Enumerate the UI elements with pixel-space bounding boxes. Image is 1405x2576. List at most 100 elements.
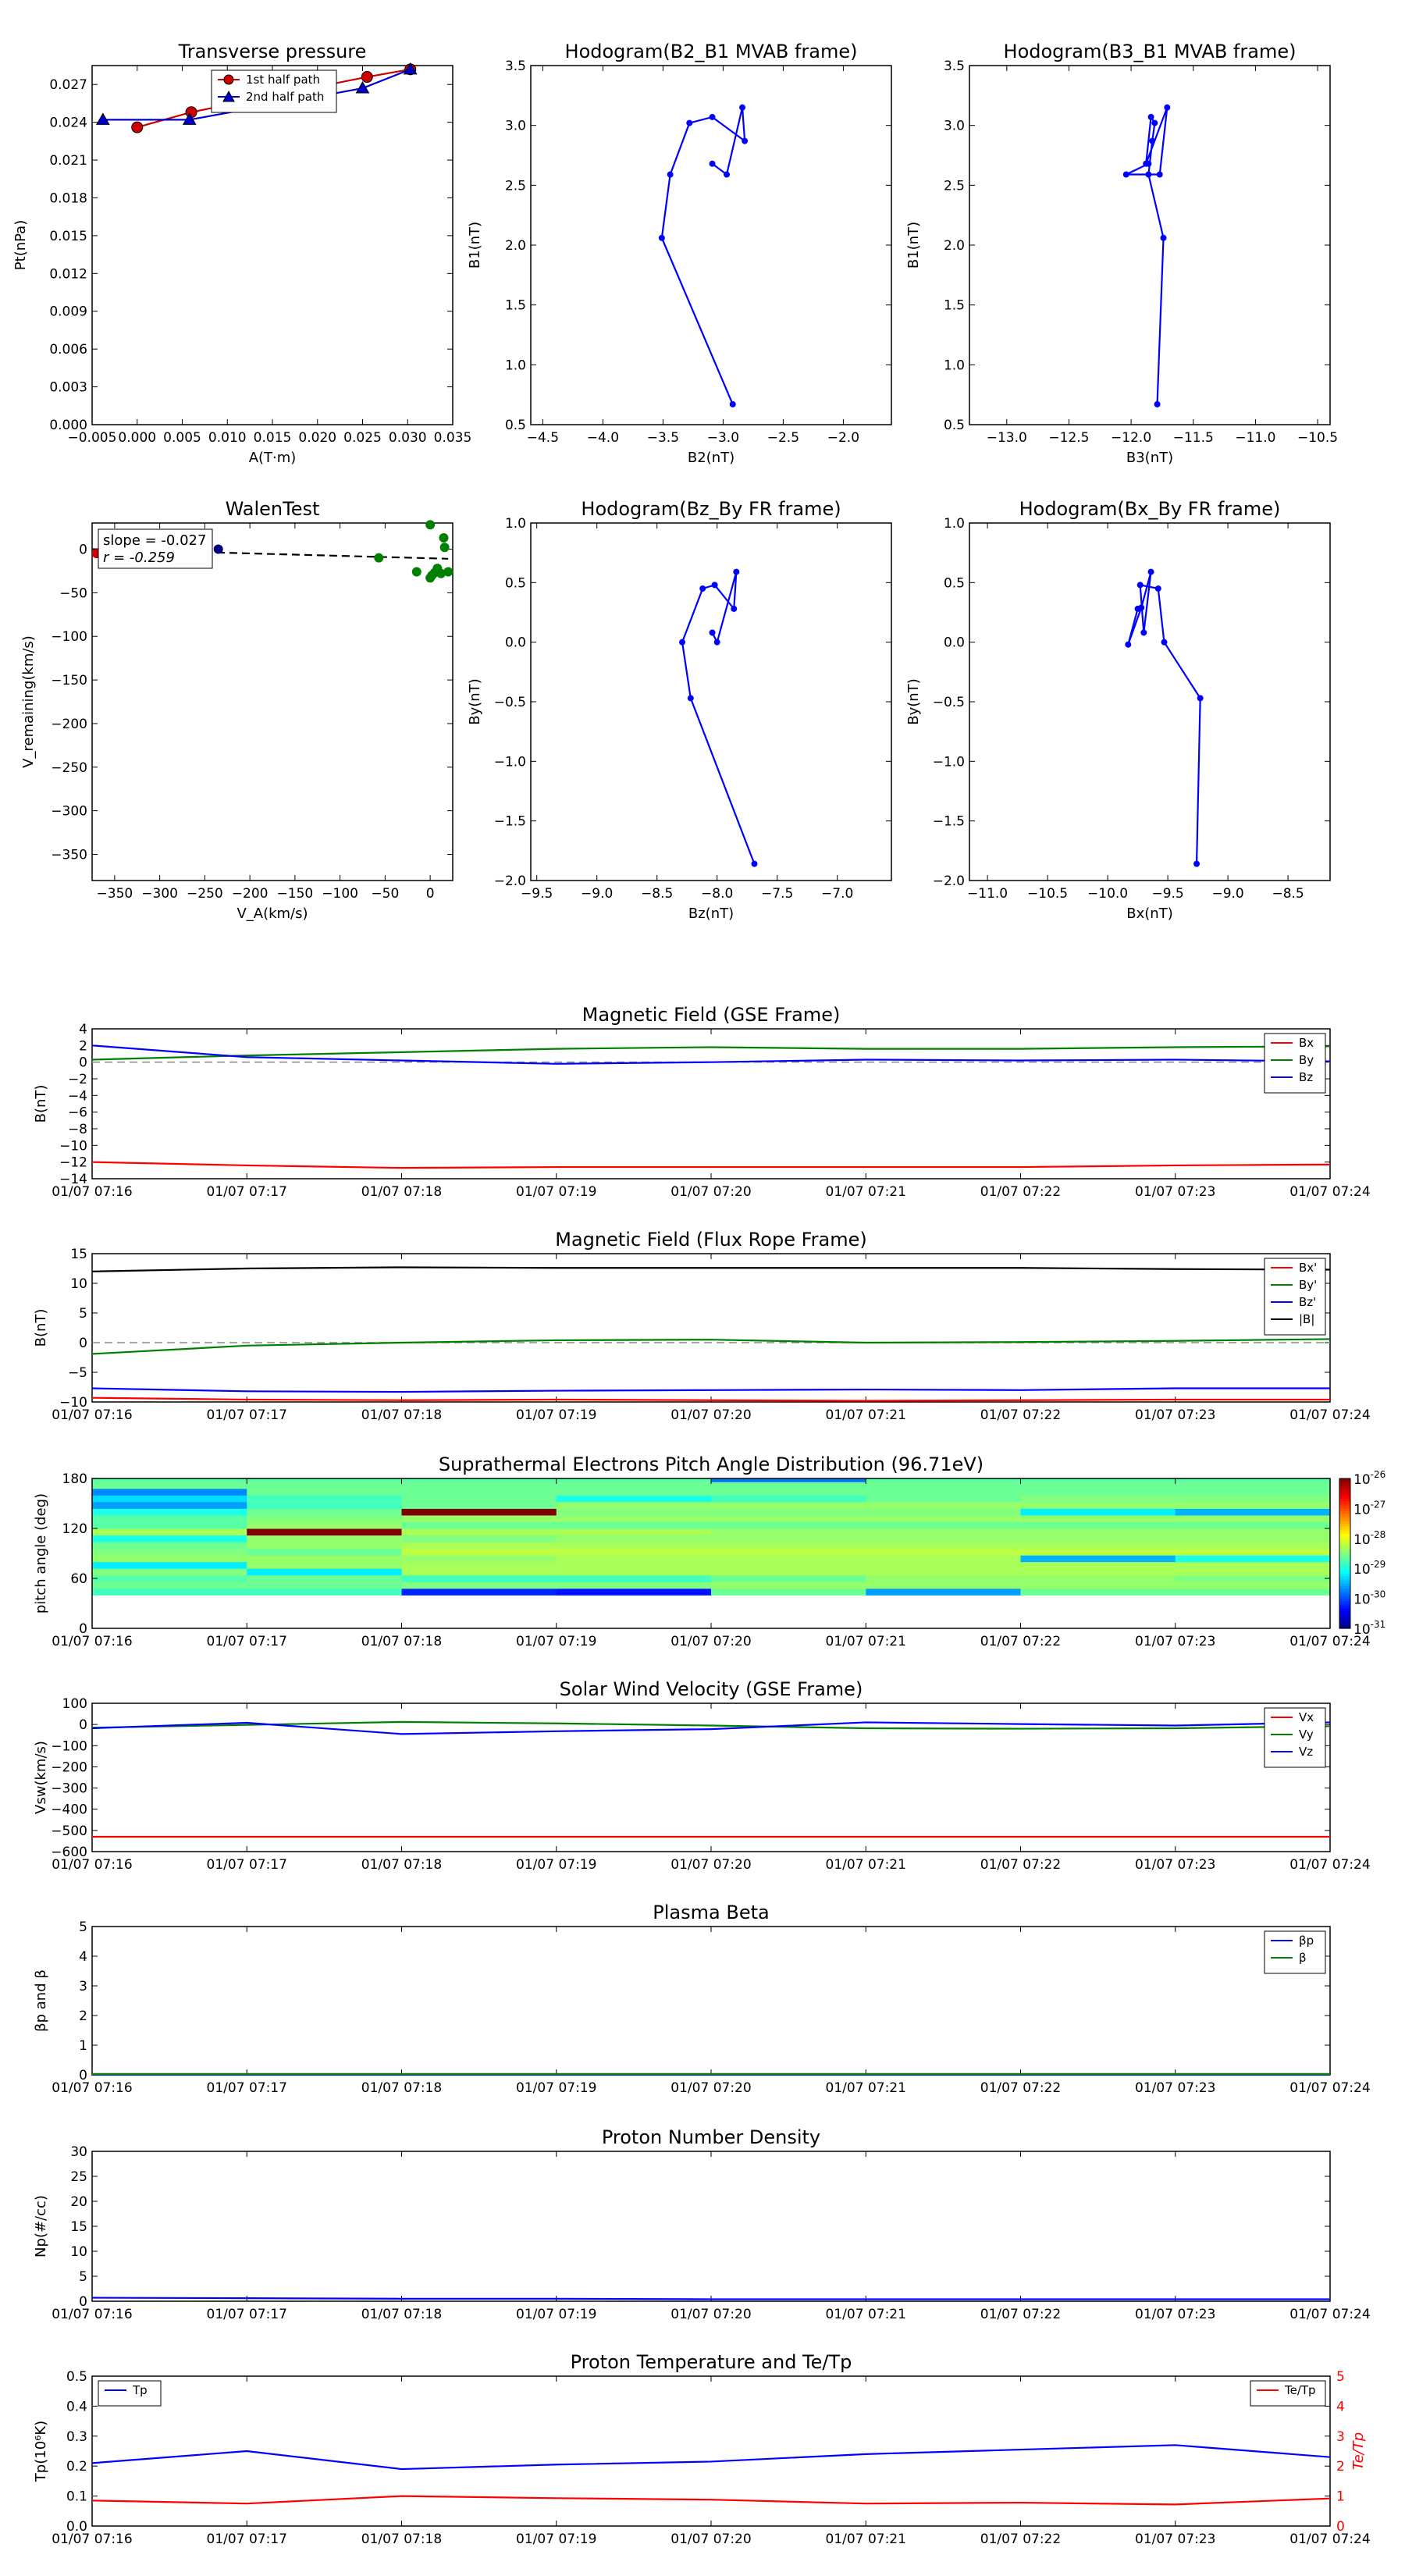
heatmap-cell [866, 1521, 1021, 1529]
heatmap-cell [1020, 1528, 1176, 1536]
y-tick-label: 1 [79, 2038, 87, 2054]
panel-9: Solar Wind Velocity (GSE Frame) 100 0 −100 −… [33, 1678, 1371, 1873]
heatmap-cell [247, 1488, 402, 1496]
heatmap-cell [1020, 1495, 1176, 1503]
heatmap-cell [556, 1582, 712, 1589]
heatmap-cell [556, 1501, 712, 1509]
heatmap-cell [92, 1528, 247, 1536]
heatmap-cell [1020, 1588, 1176, 1596]
fit-annotation: slope = -0.027r = -0.259 [98, 528, 213, 569]
x-tick-label: 01/07 07:23 [1135, 1634, 1215, 1649]
x-tick-label: 0.030 [389, 430, 427, 446]
legend-label: β [1299, 1951, 1307, 1965]
heatmap-cell [556, 1588, 712, 1596]
heatmap-cell [1020, 1482, 1176, 1489]
heatmap-cell [1175, 1521, 1331, 1529]
y-tick-label: 0.0 [944, 635, 965, 651]
y-tick-label: 1.5 [944, 298, 965, 314]
x-tick-label: 01/07 07:17 [207, 1634, 287, 1649]
heatmap-cell [866, 1508, 1021, 1516]
x-tick-label: 01/07 07:22 [980, 1857, 1061, 1873]
y-tick-label: 0 [79, 1055, 87, 1071]
data-point [411, 567, 422, 577]
panel-title: Solar Wind Velocity (GSE Frame) [560, 1678, 863, 1700]
x-tick-label: 01/07 07:16 [52, 1184, 132, 1200]
x-tick-label: 01/07 07:24 [1289, 1857, 1370, 1873]
heatmap-cell [556, 1514, 712, 1522]
x-tick-label: 01/07 07:21 [826, 1634, 906, 1649]
data-point [439, 532, 449, 543]
x-tick-label: 01/07 07:23 [1135, 2307, 1215, 2322]
heatmap-cell [1175, 1488, 1331, 1496]
colorbar-tick-base: 10 [1353, 1502, 1371, 1517]
x-axis-label: B3(nT) [1126, 450, 1173, 466]
x-tick-label: 01/07 07:19 [516, 2532, 596, 2547]
y-tick-label: 5 [79, 1920, 87, 1935]
y-tick-label: 1.0 [505, 516, 526, 532]
hodogram-path [1126, 107, 1168, 404]
x-tick-label: 01/07 07:18 [361, 2532, 442, 2547]
colorbar-tick-exponent: -29 [1371, 1559, 1386, 1570]
heatmap-cell [711, 1574, 866, 1582]
y-tick-label: 120 [62, 1521, 87, 1537]
heatmap-cell [401, 1521, 557, 1529]
colorbar-tick-exponent: -28 [1371, 1529, 1386, 1540]
y-tick-label: 3.0 [505, 119, 526, 134]
x-tick-label: 01/07 07:21 [826, 2532, 906, 2547]
panel-7: Magnetic Field (Flux Rope Frame) 15 10 5 0 −5… [33, 1229, 1371, 1423]
colorbar-tick-exponent: -26 [1371, 1469, 1386, 1480]
y-tick-label: −0.5 [933, 695, 965, 710]
data-point [709, 113, 716, 120]
heatmap-cell [401, 1508, 557, 1516]
heatmap-cell [247, 1561, 402, 1569]
plot-frame [91, 1028, 1331, 1179]
plot-frame [91, 1253, 1331, 1403]
legend: Bx' By' Bz' |B| [1264, 1258, 1326, 1336]
y-tick-label: 15 [70, 1247, 87, 1262]
heatmap-cell [1020, 1514, 1176, 1522]
y-tick-label: 0.024 [49, 116, 87, 131]
x-tick-label: 01/07 07:19 [516, 1634, 596, 1649]
x-tick-label: 01/07 07:16 [52, 1857, 132, 1873]
x-tick-label: 01/07 07:19 [516, 1184, 596, 1200]
y-tick-label: 0.003 [49, 380, 87, 396]
y-tick-label: 2.0 [505, 238, 526, 254]
x-tick-label: −11.5 [1173, 430, 1214, 446]
x-tick-label: 01/07 07:21 [826, 1857, 906, 1873]
heatmap-cell [711, 1588, 866, 1596]
data-point [1160, 234, 1167, 241]
heatmap-cell [1020, 1568, 1176, 1576]
heatmap-cell [1175, 1555, 1331, 1563]
y-tick-label: 0.1 [66, 2489, 87, 2505]
x-tick-label: 01/07 07:20 [670, 1857, 751, 1873]
heatmap-cell [92, 1568, 247, 1576]
x-tick-label: 01/07 07:22 [980, 2307, 1061, 2322]
y2-tick-label: 1 [1336, 2489, 1345, 2505]
heatmap-cell [556, 1488, 712, 1496]
x-tick-label: 01/07 07:18 [361, 1184, 442, 1200]
data-point [1149, 137, 1156, 144]
heatmap-cell [401, 1548, 557, 1556]
y-tick-label: 4 [79, 1949, 87, 1965]
heatmap-cell [866, 1535, 1021, 1542]
panel-11: Proton Number Density05101520253001/07 0… [33, 2126, 1371, 2322]
panel-0: Transverse pressure 0.000 0.003 0.006 0.009 0… [12, 41, 471, 466]
y-tick-label: 15 [70, 2219, 87, 2235]
legend: Vx Vy Vz [1264, 1707, 1326, 1768]
y-tick-label: 0 [79, 1717, 87, 1733]
y-tick-label: −250 [51, 760, 87, 776]
y-axis-label: By(nT) [467, 678, 483, 724]
heatmap-cell [92, 1548, 247, 1556]
heatmap-cell [247, 1495, 402, 1503]
heatmap-cell [92, 1582, 247, 1589]
y2-tick-label: 3 [1336, 2429, 1345, 2445]
y-tick-label: 0.5 [505, 575, 526, 591]
colorbar-tick-base: 10 [1353, 1472, 1371, 1488]
heatmap-cell [92, 1521, 247, 1529]
x-axis-label: Bx(nT) [1126, 906, 1172, 922]
x-tick-label: −9.5 [521, 886, 553, 902]
y-tick-label: 1.5 [505, 298, 526, 314]
x-tick-label: 01/07 07:24 [1289, 1184, 1370, 1200]
legend-label: Vx [1299, 1710, 1314, 1724]
data-point [131, 121, 144, 133]
